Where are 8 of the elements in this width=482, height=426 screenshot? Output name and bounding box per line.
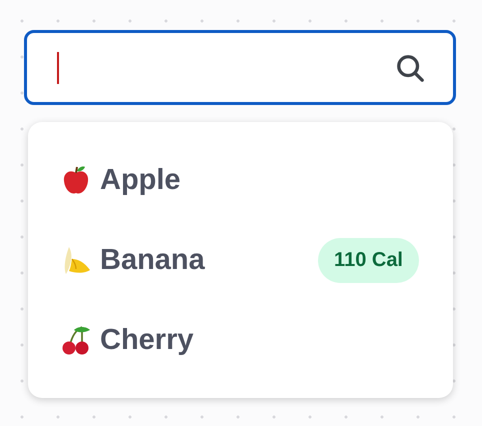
option-label[interactable]: Banana bbox=[100, 244, 310, 276]
option-label[interactable]: Cherry bbox=[100, 324, 419, 356]
search-icon[interactable] bbox=[395, 52, 425, 82]
option-label[interactable]: Apple bbox=[100, 164, 419, 196]
calorie-badge: 110 Cal bbox=[318, 238, 419, 282]
cherry-icon bbox=[60, 324, 92, 356]
text-cursor bbox=[57, 52, 59, 84]
search-field[interactable] bbox=[24, 30, 456, 105]
